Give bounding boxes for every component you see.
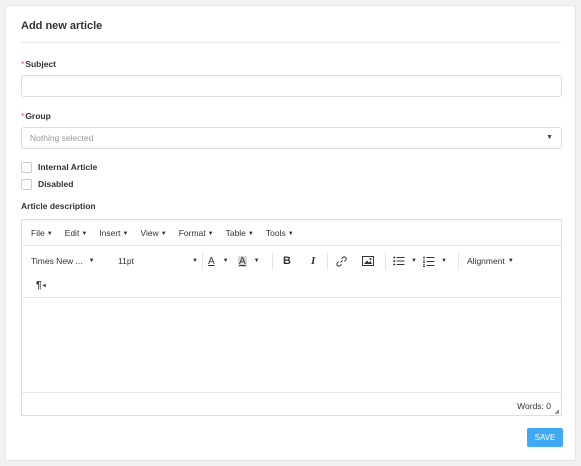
menu-label: Insert	[99, 227, 121, 238]
group-select-placeholder: Nothing selected	[30, 133, 94, 143]
menu-edit[interactable]: Edit ▼	[65, 228, 88, 238]
image-icon	[362, 256, 374, 266]
link-button[interactable]	[336, 253, 347, 269]
chevron-down-icon: ▼	[441, 258, 447, 264]
chevron-down-icon: ▼	[507, 258, 514, 264]
title-divider	[20, 42, 561, 43]
rich-text-editor: File ▼ Edit ▼ Insert ▼ View ▼ Format ▼ Table ▼…	[21, 219, 562, 416]
chevron-down-icon: ▼	[122, 230, 129, 237]
alignment-label: Alignment	[467, 256, 505, 266]
menu-label: Format	[178, 227, 206, 238]
chevron-down-icon: ▼	[88, 258, 95, 264]
internal-article-label: Internal Article	[38, 162, 98, 172]
subject-label-text: Subject	[25, 59, 57, 69]
add-article-card: Add new article *Subject *Group Nothing …	[5, 5, 576, 461]
alignment-select[interactable]: Alignment ▼	[467, 253, 514, 269]
font-size-value: 11pt	[118, 256, 134, 266]
numbered-list-button[interactable]: ▼	[423, 253, 447, 269]
chevron-down-icon: ▼	[287, 230, 294, 237]
required-marker: *	[21, 59, 25, 69]
toolbar-divider	[202, 252, 203, 270]
bold-button[interactable]: B	[283, 253, 291, 269]
menu-format[interactable]: Format ▼	[179, 228, 214, 238]
menu-tools[interactable]: Tools ▼	[266, 228, 294, 238]
chevron-down-icon: ▼	[81, 230, 88, 237]
text-color-icon: A	[208, 255, 215, 267]
arrow-left-icon: ◂	[42, 282, 46, 289]
group-label: *Group	[21, 111, 51, 121]
toolbar-divider	[327, 252, 328, 270]
subject-input[interactable]	[21, 75, 562, 97]
subject-label: *Subject	[21, 59, 56, 69]
menu-label: Edit	[64, 227, 80, 238]
internal-article-row[interactable]: Internal Article	[21, 161, 97, 173]
menu-label: Tools	[265, 227, 286, 238]
group-label-text: Group	[25, 111, 51, 121]
menu-insert[interactable]: Insert ▼	[99, 228, 128, 238]
toolbar-divider	[385, 252, 386, 270]
chevron-down-icon: ▼	[207, 230, 214, 237]
toolbar-divider	[458, 252, 459, 270]
disabled-checkbox[interactable]	[21, 178, 32, 190]
word-count: Words: 0	[517, 401, 551, 411]
internal-article-checkbox[interactable]	[21, 161, 32, 173]
font-family-select[interactable]: Times New ... ▼	[31, 253, 95, 269]
menu-label: View	[140, 227, 159, 238]
background-color-icon: A	[238, 255, 247, 267]
menu-label: Table	[225, 227, 246, 238]
font-size-select[interactable]: 11pt ▼	[118, 253, 198, 269]
paragraph-icon: ¶	[36, 279, 42, 291]
chevron-down-icon: ▼	[46, 230, 53, 237]
background-color-button[interactable]: A ▼	[238, 253, 260, 269]
chevron-down-icon: ▼	[411, 258, 417, 264]
menu-table[interactable]: Table ▼	[226, 228, 254, 238]
editor-toolbar: Times New ... ▼ 11pt ▼ A ▼ A ▼ B I ▼ ▼ A…	[22, 246, 561, 298]
bullet-list-button[interactable]: ▼	[393, 253, 417, 269]
menu-label: File	[31, 227, 45, 238]
menu-view[interactable]: View ▼	[140, 228, 166, 238]
save-button[interactable]: SAVE	[527, 428, 563, 447]
chevron-down-icon: ▼	[247, 230, 254, 237]
editor-content-area[interactable]	[22, 298, 561, 392]
toolbar-divider	[272, 252, 273, 270]
image-button[interactable]	[362, 253, 374, 269]
numbered-list-icon	[423, 255, 435, 267]
disabled-label: Disabled	[38, 179, 74, 189]
group-select[interactable]: Nothing selected ▼	[21, 127, 562, 149]
link-icon	[336, 255, 347, 267]
italic-button[interactable]: I	[311, 253, 315, 269]
editor-statusbar: Words: 0 ◢	[22, 392, 561, 416]
required-marker: *	[21, 111, 25, 121]
page-title: Add new article	[21, 20, 103, 32]
chevron-down-icon: ▼	[222, 258, 229, 264]
chevron-down-icon: ▼	[192, 258, 198, 264]
chevron-down-icon: ▼	[160, 230, 167, 237]
description-label: Article description	[21, 201, 96, 211]
menu-file[interactable]: File ▼	[31, 228, 53, 238]
resize-handle-icon[interactable]: ◢	[554, 408, 559, 415]
caret-down-icon: ▼	[546, 134, 553, 141]
bullet-list-icon	[393, 256, 405, 266]
font-family-value: Times New ...	[31, 256, 83, 266]
disabled-row[interactable]: Disabled	[21, 178, 73, 190]
chevron-down-icon: ▼	[253, 258, 260, 264]
text-color-button[interactable]: A ▼	[208, 253, 229, 269]
paragraph-direction-button[interactable]: ¶ ◂	[36, 277, 46, 293]
editor-menubar: File ▼ Edit ▼ Insert ▼ View ▼ Format ▼ Table ▼…	[22, 220, 561, 246]
